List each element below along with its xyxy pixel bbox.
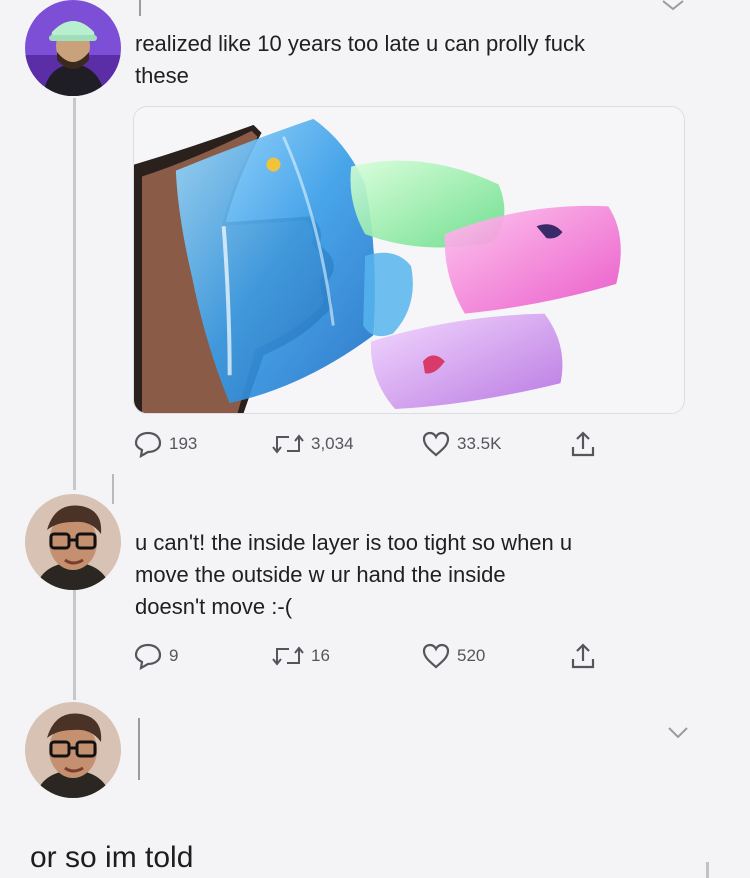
tweet-text: u can't! the inside layer is too tight s… (135, 527, 715, 623)
tweet-text-line: u can't! the inside layer is too tight s… (135, 530, 573, 555)
heart-icon (422, 431, 450, 457)
profile-avatar-icon[interactable] (25, 702, 121, 798)
share-button[interactable] (569, 640, 597, 672)
text-caret (138, 718, 140, 780)
like-count: 520 (457, 646, 486, 665)
reply-count: 9 (169, 646, 179, 665)
thread-line (73, 588, 76, 700)
retweet-count: 3,034 (311, 434, 354, 453)
profile-avatar-icon[interactable] (25, 494, 121, 590)
text-caret (139, 0, 141, 16)
chevron-down-icon[interactable] (666, 726, 690, 740)
thread-line (73, 98, 76, 490)
tweet-text-line: these (135, 63, 189, 88)
retweet-button[interactable]: 3,034 (271, 428, 354, 460)
reply-button[interactable]: 193 (133, 428, 197, 460)
tweet-actions: 193 3,034 33.5K (133, 428, 693, 460)
retweet-icon (272, 434, 304, 454)
share-icon (571, 431, 595, 457)
reply-icon (134, 643, 162, 670)
reply-count: 193 (169, 434, 198, 453)
caption-text: or so im told (30, 841, 194, 874)
water-snake-toys-photo[interactable] (133, 106, 685, 414)
retweet-count: 16 (311, 646, 330, 665)
divider (706, 862, 709, 878)
text-caret (112, 474, 114, 504)
tweet-text-line: move the outside w ur hand the inside (135, 562, 506, 587)
tweet-text: realized like 10 years too late u can pr… (135, 28, 695, 92)
share-icon (571, 643, 595, 669)
share-button[interactable] (569, 428, 597, 460)
heart-icon (422, 643, 450, 669)
chevron-down-icon[interactable] (660, 0, 686, 12)
like-button[interactable]: 33.5K (421, 428, 501, 460)
like-count: 33.5K (457, 434, 502, 453)
retweet-icon (272, 646, 304, 666)
profile-avatar-icon[interactable] (25, 0, 121, 96)
tweet-text-line: realized like 10 years too late u can pr… (135, 31, 586, 56)
reply-button[interactable]: 9 (133, 640, 178, 672)
tweet-text-line: doesn't move :-( (135, 594, 293, 619)
tweet-actions: 9 16 520 (133, 640, 693, 672)
reply-icon (134, 431, 162, 458)
retweet-button[interactable]: 16 (271, 640, 330, 672)
like-button[interactable]: 520 (421, 640, 485, 672)
